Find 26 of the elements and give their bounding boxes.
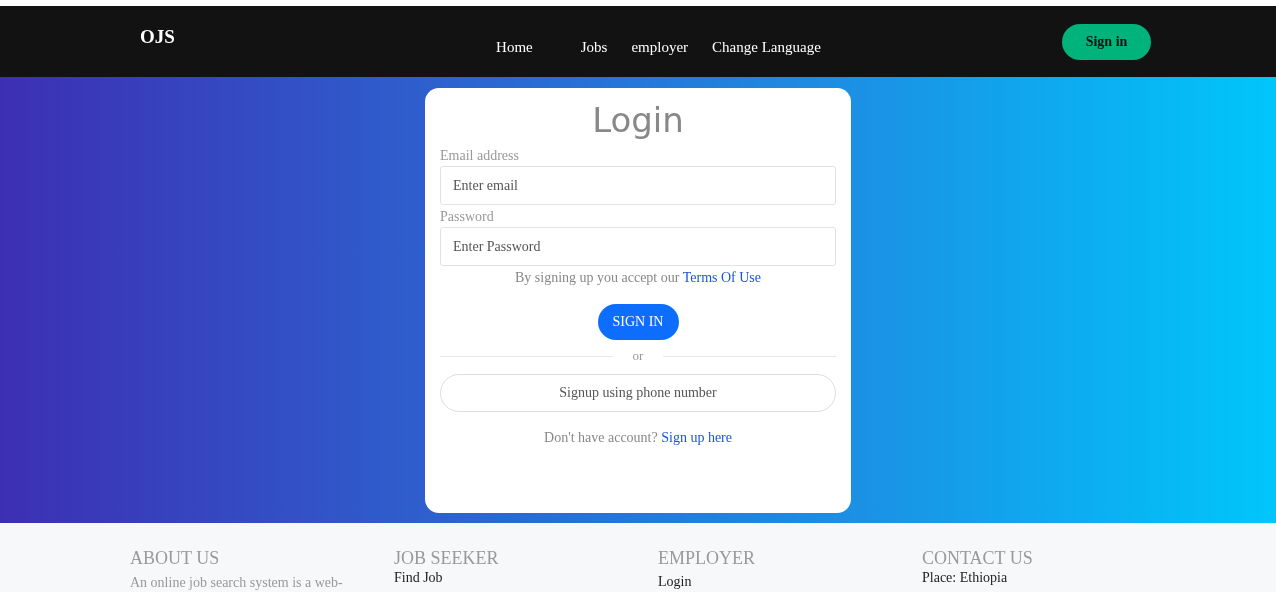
divider-text: or — [631, 348, 645, 364]
terms-text: By signing up you accept our Terms Of Use — [513, 270, 763, 286]
nav-link[interactable]: Change Language — [712, 39, 821, 56]
footer-link[interactable]: Find Job — [394, 570, 658, 586]
footer-heading: JOB SEEKER — [394, 548, 500, 569]
footer-heading: ABOUT US — [130, 548, 221, 569]
login-title: Login — [591, 100, 685, 140]
terms-link[interactable]: Terms Of Use — [682, 270, 762, 285]
sign-in-submit-button[interactable]: SIGN IN — [597, 304, 679, 340]
signup-link[interactable]: Sign up here — [661, 430, 732, 445]
footer-heading: CONTACT US — [922, 548, 1034, 569]
sign-in-button[interactable]: Sign in — [1062, 23, 1151, 60]
nav-link[interactable]: Jobs — [580, 39, 608, 56]
field-label: Password — [440, 209, 495, 225]
footer-link[interactable]: Login — [658, 574, 922, 590]
nav-link[interactable]: employer — [631, 39, 689, 56]
footer-text: An online job search system is a web- — [130, 575, 344, 591]
footer-link[interactable]: Place: Ethiopia — [922, 570, 1186, 586]
field-label: Email address — [440, 148, 520, 164]
footer-heading: EMPLOYER — [658, 548, 756, 569]
signup-text: Don't have account? Sign up here — [543, 430, 733, 446]
input-field[interactable]: Enter Password — [440, 227, 836, 266]
phone-signup-button[interactable]: Signup using phone number — [440, 374, 836, 412]
nav-link[interactable]: Home — [496, 39, 533, 56]
input-field[interactable]: Enter email — [440, 166, 836, 205]
logo[interactable]: OJS — [140, 25, 175, 48]
